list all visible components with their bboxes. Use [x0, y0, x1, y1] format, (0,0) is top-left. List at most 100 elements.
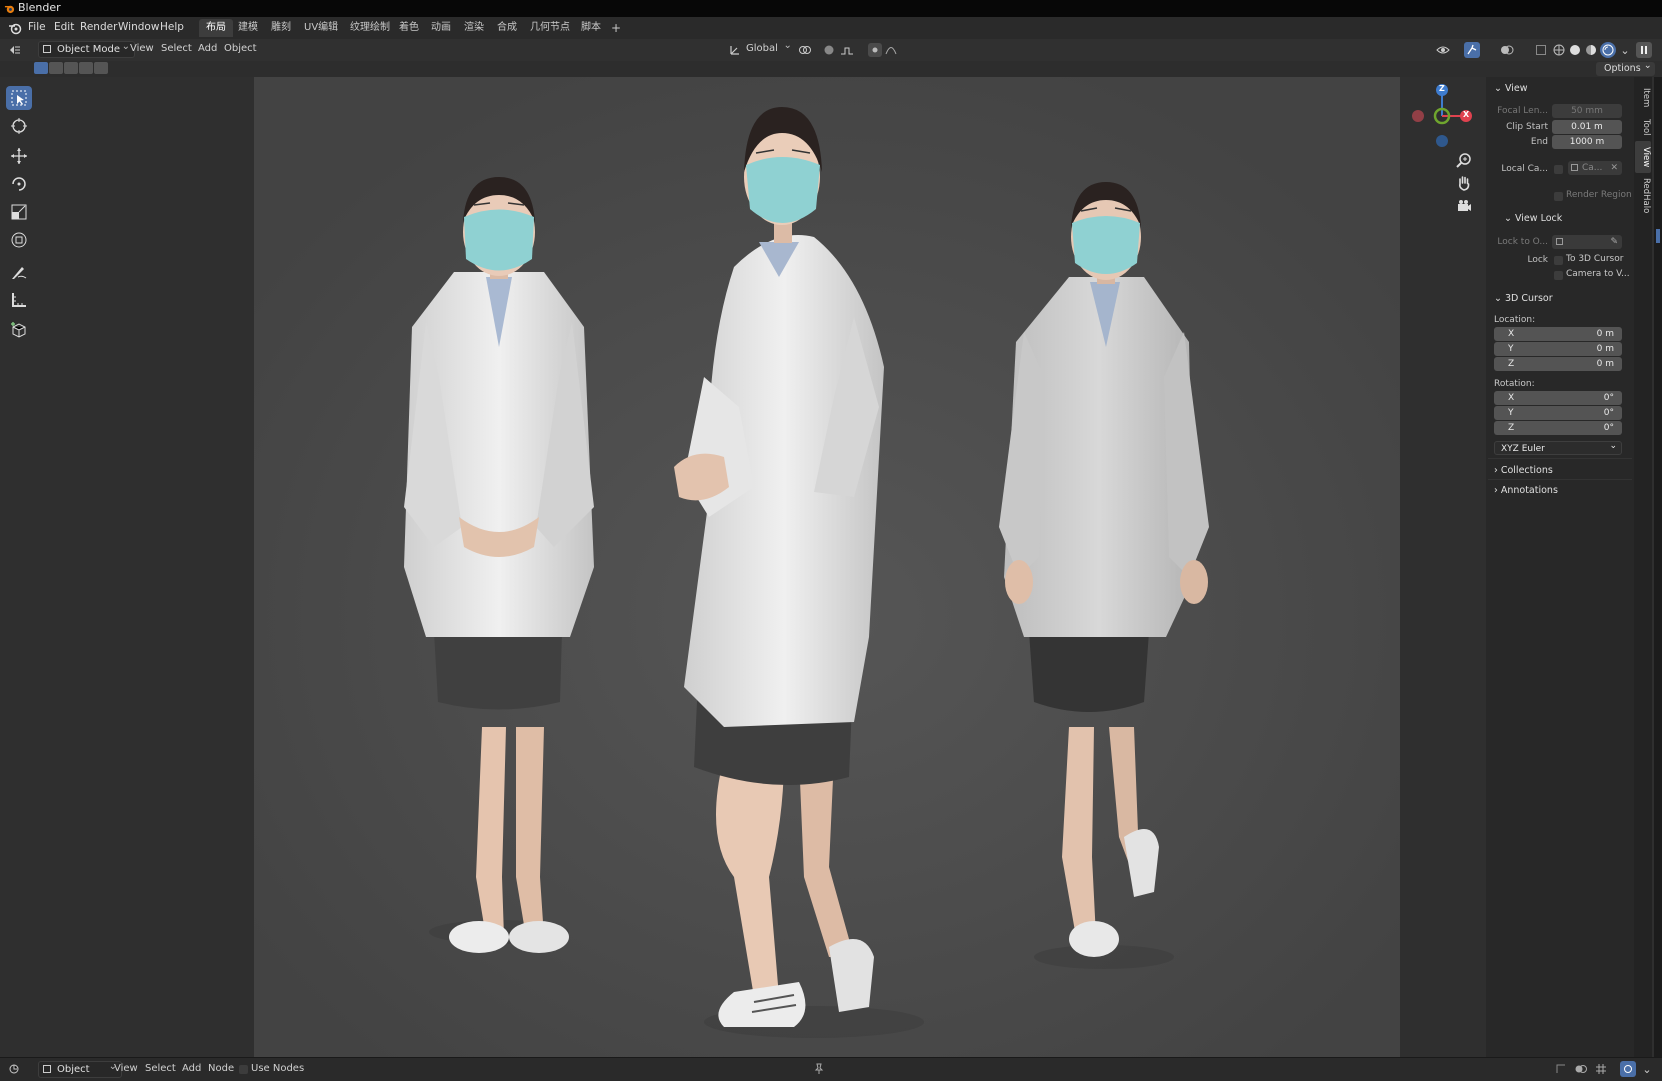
- pan-view-button[interactable]: [1454, 173, 1474, 193]
- orientation-dropdown[interactable]: Global ⌄: [746, 40, 792, 54]
- zoom-view-button[interactable]: [1454, 150, 1474, 170]
- snap-target-icon[interactable]: [840, 43, 854, 57]
- tab-tool[interactable]: Tool: [1635, 113, 1651, 141]
- scale-tool[interactable]: [6, 200, 32, 224]
- tab-sculpting[interactable]: 雕刻: [264, 19, 298, 37]
- mode-dropdown[interactable]: Object Mode: [38, 39, 135, 58]
- camera-to-view-checkbox[interactable]: [1554, 271, 1563, 280]
- add-workspace-button[interactable]: +: [604, 19, 628, 37]
- footer-menu-node[interactable]: Node: [208, 1063, 234, 1074]
- header-menu-select[interactable]: Select: [161, 43, 192, 54]
- falloff-icon[interactable]: [884, 43, 898, 57]
- select-new-icon[interactable]: [34, 62, 48, 74]
- clip-end-field[interactable]: 1000 m: [1552, 135, 1622, 149]
- view-lock-panel-header[interactable]: ⌄ View Lock: [1504, 213, 1562, 224]
- annotate-tool[interactable]: [6, 260, 32, 284]
- footer-menu-select[interactable]: Select: [145, 1063, 176, 1074]
- pause-render-icon[interactable]: [1636, 42, 1652, 58]
- gizmo-toggle-icon[interactable]: [1464, 42, 1480, 58]
- options-dropdown[interactable]: Options ⌄: [1596, 60, 1655, 76]
- clip-start-field[interactable]: 0.01 m: [1552, 120, 1622, 134]
- footer-chevron-icon[interactable]: ⌄: [1640, 1062, 1654, 1076]
- tab-rendering[interactable]: 渲染: [457, 19, 491, 37]
- cursor-rotation-y-field[interactable]: Y 0°: [1494, 406, 1622, 420]
- cursor-rotation-z-field[interactable]: Z 0°: [1494, 421, 1622, 435]
- navigation-gizmo[interactable]: Z X: [1404, 84, 1480, 160]
- tab-layout[interactable]: 布局: [199, 19, 233, 37]
- cursor-location-y-field[interactable]: Y 0 m: [1494, 342, 1622, 356]
- focal-length-field[interactable]: 50 mm: [1552, 104, 1622, 118]
- footer-menu-add[interactable]: Add: [182, 1063, 201, 1074]
- tab-geometry-nodes[interactable]: 几何节点: [523, 19, 577, 37]
- annotations-panel-header[interactable]: › Annotations: [1494, 485, 1558, 496]
- header-menu-add[interactable]: Add: [198, 43, 217, 54]
- proportional-editing-icon[interactable]: [868, 43, 882, 57]
- footer-menu-view[interactable]: View: [114, 1063, 138, 1074]
- pin-icon[interactable]: [812, 1062, 826, 1076]
- rendered-shading-icon[interactable]: [1600, 42, 1616, 58]
- solid-shading-icon[interactable]: [1568, 43, 1582, 57]
- shader-type-dropdown[interactable]: Object: [38, 1059, 122, 1078]
- camera-frame[interactable]: [254, 77, 1400, 1057]
- menu-help[interactable]: Help: [160, 21, 184, 33]
- render-region-checkbox[interactable]: [1554, 192, 1563, 201]
- local-camera-field[interactable]: Ca... ✕: [1568, 161, 1622, 175]
- snap-grid-icon[interactable]: [1594, 1062, 1608, 1076]
- lock-to-cursor-checkbox[interactable]: [1554, 256, 1563, 265]
- snap-icon[interactable]: [822, 43, 836, 57]
- cursor-tool[interactable]: [6, 114, 32, 138]
- overlay-node-icon[interactable]: [1574, 1062, 1588, 1076]
- menu-render[interactable]: Render: [80, 21, 117, 33]
- editor-type-icon[interactable]: [8, 1062, 22, 1076]
- select-intersect-icon[interactable]: [79, 62, 93, 74]
- tab-modeling[interactable]: 建模: [231, 19, 265, 37]
- menu-edit[interactable]: Edit: [54, 21, 74, 33]
- select-invert-icon[interactable]: [94, 62, 108, 74]
- menu-file[interactable]: File: [28, 21, 46, 33]
- use-nodes-checkbox[interactable]: [239, 1065, 248, 1074]
- move-tool[interactable]: [6, 144, 32, 168]
- overlays-icon[interactable]: [1500, 43, 1514, 57]
- lock-to-object-field[interactable]: ✎: [1552, 235, 1622, 249]
- tab-view[interactable]: View: [1635, 141, 1651, 173]
- header-menu-view[interactable]: View: [130, 43, 154, 54]
- camera-view-button[interactable]: [1454, 196, 1474, 216]
- select-subtract-icon[interactable]: [64, 62, 78, 74]
- visibility-icon[interactable]: [1436, 43, 1450, 57]
- header-menu-object[interactable]: Object: [224, 43, 257, 54]
- rotate-tool[interactable]: [6, 172, 32, 196]
- menu-window[interactable]: Window: [118, 21, 159, 33]
- tab-compositing[interactable]: 合成: [490, 19, 524, 37]
- cursor-location-z-field[interactable]: Z 0 m: [1494, 357, 1622, 371]
- rotation-mode-dropdown[interactable]: XYZ Euler ⌄: [1494, 441, 1622, 455]
- editor-type-icon[interactable]: [8, 43, 22, 57]
- material-shading-icon[interactable]: [1584, 43, 1598, 57]
- tab-animation[interactable]: 动画: [424, 19, 458, 37]
- tab-texture-paint[interactable]: 纹理绘制: [343, 19, 397, 37]
- xray-icon[interactable]: [1534, 43, 1548, 57]
- blender-menu-icon[interactable]: [8, 21, 22, 35]
- select-extend-icon[interactable]: [49, 62, 63, 74]
- snap-node-icon[interactable]: [1554, 1062, 1568, 1076]
- measure-tool[interactable]: [6, 288, 32, 312]
- clear-icon[interactable]: ✕: [1610, 161, 1618, 175]
- shading-options-chevron-icon[interactable]: ⌄: [1618, 43, 1632, 57]
- add-cube-tool[interactable]: [6, 318, 32, 342]
- wireframe-shading-icon[interactable]: [1552, 43, 1566, 57]
- tab-item[interactable]: Item: [1635, 83, 1651, 113]
- pivot-point-icon[interactable]: [798, 43, 812, 57]
- tab-redhalo[interactable]: RedHalo: [1635, 173, 1651, 219]
- view-panel-header[interactable]: ⌄ View: [1494, 83, 1528, 94]
- tab-scripting[interactable]: 脚本: [574, 19, 608, 37]
- cursor-panel-header[interactable]: ⌄ 3D Cursor: [1494, 293, 1553, 304]
- select-box-tool[interactable]: [6, 86, 32, 110]
- tab-uv-editing[interactable]: UV编辑: [297, 19, 345, 37]
- tab-shading[interactable]: 着色: [392, 19, 426, 37]
- cursor-rotation-x-field[interactable]: X 0°: [1494, 391, 1622, 405]
- node-overlay-toggle-icon[interactable]: [1620, 1061, 1636, 1077]
- eyedropper-icon[interactable]: ✎: [1610, 235, 1618, 249]
- local-camera-checkbox[interactable]: [1554, 165, 1563, 174]
- collections-panel-header[interactable]: › Collections: [1494, 465, 1553, 476]
- cursor-location-x-field[interactable]: X 0 m: [1494, 327, 1622, 341]
- transform-tool[interactable]: [6, 228, 32, 252]
